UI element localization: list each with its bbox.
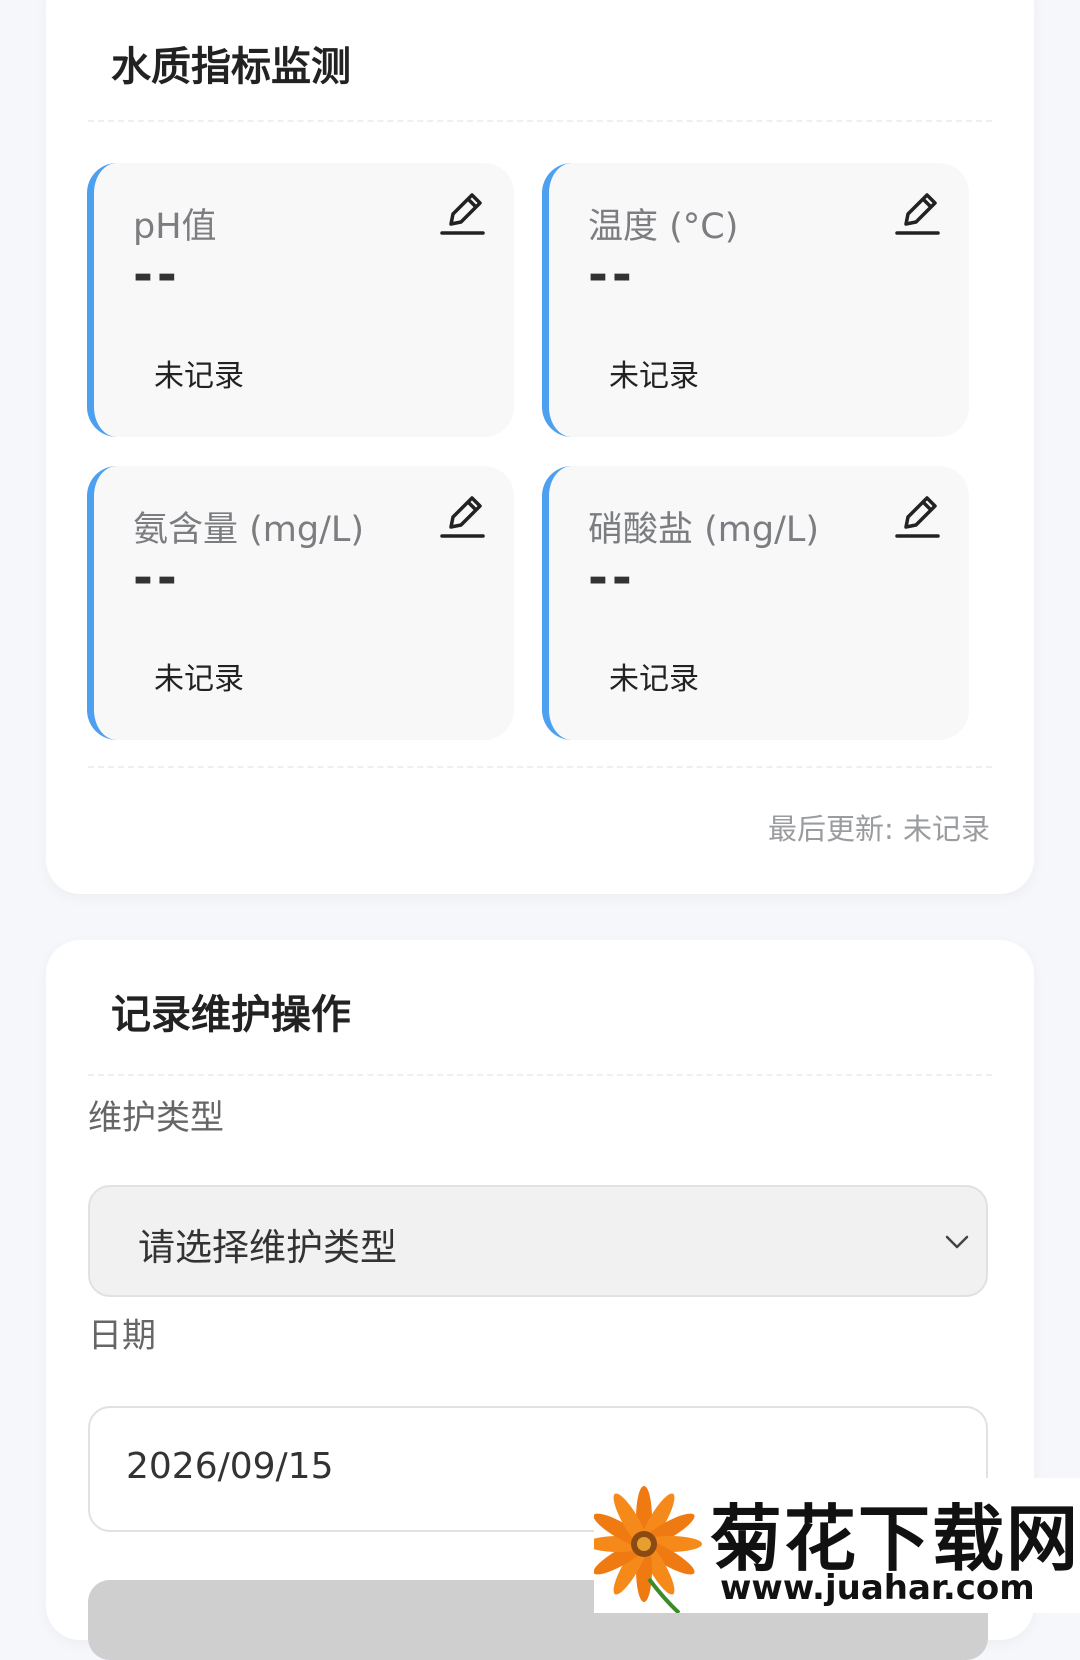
maintenance-type-select[interactable]: 请选择维护类型: [88, 1185, 988, 1297]
maintenance-type-label: 维护类型: [88, 1098, 224, 1138]
edit-pencil-icon[interactable]: [893, 185, 941, 239]
divider: [88, 1074, 992, 1076]
divider: [88, 766, 992, 768]
metric-label: pH值: [133, 207, 217, 247]
metric-value: --: [133, 550, 181, 606]
metric-label: 温度 (°C): [588, 207, 739, 247]
metric-label: 硝酸盐 (mg/L): [588, 510, 820, 550]
metric-value: --: [588, 550, 636, 606]
last-updated-text: 最后更新: 未记录: [768, 812, 990, 846]
metric-label: 氨含量 (mg/L): [133, 510, 365, 550]
metric-card-ph: pH值 -- 未记录: [87, 163, 514, 437]
divider: [88, 120, 992, 122]
maintenance-type-placeholder: 请选择维护类型: [138, 1226, 397, 1269]
metric-status: 未记录: [154, 662, 244, 697]
maintenance-title: 记录维护操作: [111, 992, 351, 1038]
water-quality-card: 水质指标监测 pH值 -- 未记录 温度 (°C) -- 未记录 氨含量 (mg…: [46, 0, 1034, 894]
watermark-logo: 菊花下载网 www.juahar.com: [594, 1478, 1080, 1613]
water-quality-title: 水质指标监测: [111, 44, 351, 90]
metric-card-ammonia: 氨含量 (mg/L) -- 未记录: [87, 466, 514, 740]
metric-value: --: [133, 247, 181, 303]
metric-status: 未记录: [154, 359, 244, 394]
edit-pencil-icon[interactable]: [438, 185, 486, 239]
edit-pencil-icon[interactable]: [893, 488, 941, 542]
chrysanthemum-flower-icon: [594, 1486, 702, 1613]
metric-value: --: [588, 247, 636, 303]
date-value: 2026/09/15: [126, 1446, 334, 1487]
metric-status: 未记录: [609, 662, 699, 697]
metric-card-nitrate: 硝酸盐 (mg/L) -- 未记录: [542, 466, 969, 740]
edit-pencil-icon[interactable]: [438, 488, 486, 542]
metric-status: 未记录: [609, 359, 699, 394]
date-label: 日期: [88, 1316, 156, 1356]
watermark-url: www.juahar.com: [720, 1568, 1035, 1608]
chevron-down-icon: [945, 1235, 969, 1249]
metric-card-temperature: 温度 (°C) -- 未记录: [542, 163, 969, 437]
